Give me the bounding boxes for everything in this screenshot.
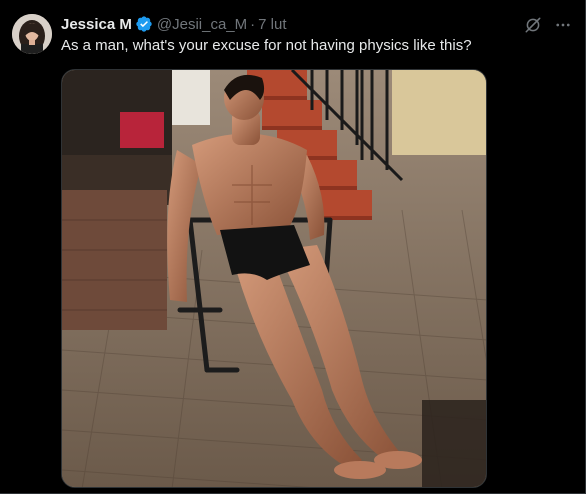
grok-icon xyxy=(525,17,541,33)
more-dots-icon xyxy=(556,23,570,27)
separator-dot: · xyxy=(250,15,256,33)
author-name[interactable]: Jessica M xyxy=(61,16,132,33)
tweet-timestamp[interactable]: 7 lut xyxy=(258,16,286,33)
grok-button[interactable] xyxy=(520,12,546,38)
verified-badge-icon xyxy=(135,15,153,33)
tweet-card[interactable]: Jessica M @Jesii_ca_M · 7 lut As a man, … xyxy=(0,0,586,494)
avatar-image xyxy=(12,14,52,54)
avatar[interactable] xyxy=(12,14,52,54)
photo-illustration xyxy=(62,70,486,487)
header-actions xyxy=(520,12,576,38)
more-button[interactable] xyxy=(550,12,576,38)
tweet-header: Jessica M @Jesii_ca_M · 7 lut xyxy=(61,14,287,34)
author-handle[interactable]: @Jesii_ca_M xyxy=(157,16,247,33)
tweet-media-photo[interactable] xyxy=(61,69,487,488)
tweet-text: As a man, what's your excuse for not hav… xyxy=(61,37,472,54)
